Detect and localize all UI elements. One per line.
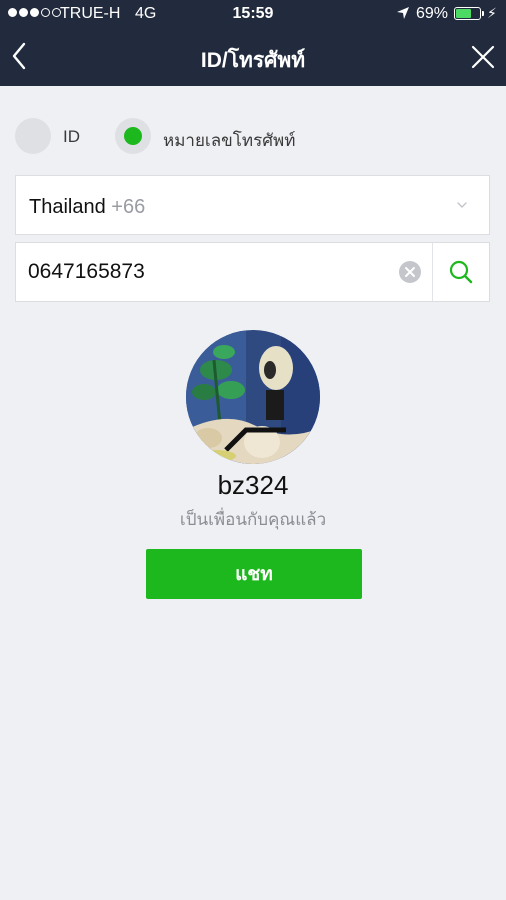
- chevron-down-icon: [457, 202, 467, 208]
- battery-icon: [454, 7, 484, 20]
- country-code: +66: [111, 196, 146, 218]
- avatar: [186, 330, 320, 464]
- country-selector[interactable]: Thailand +66: [15, 175, 490, 235]
- clear-input-icon[interactable]: [399, 261, 421, 283]
- contact-name: bz324: [217, 470, 289, 500]
- close-icon[interactable]: [468, 42, 498, 72]
- radio-phone-number[interactable]: [115, 118, 151, 154]
- chat-button[interactable]: แชท: [146, 549, 362, 599]
- search-type-selector: ID หมายเลขโทรศัพท์: [15, 118, 495, 156]
- radio-id-label[interactable]: ID: [63, 127, 80, 147]
- search-icon[interactable]: [436, 255, 486, 289]
- location-arrow-icon: [397, 7, 409, 19]
- phone-search-box: [15, 242, 490, 302]
- friend-status: เป็นเพื่อนกับคุณแล้ว: [179, 510, 327, 529]
- header-bar: TRUE-H 4G 15:59 69% ⚡ ID/โทรศัพท์: [0, 0, 506, 86]
- status-bar: TRUE-H 4G 15:59 69% ⚡: [0, 0, 506, 28]
- country-name: Thailand: [29, 196, 106, 218]
- radio-phone-number-label[interactable]: หมายเลขโทรศัพท์: [163, 127, 295, 154]
- radio-id[interactable]: [15, 118, 51, 154]
- divider: [432, 243, 433, 301]
- phone-number-input[interactable]: [28, 257, 388, 287]
- battery-percent: 69%: [416, 5, 449, 22]
- charging-bolt-icon: ⚡: [487, 5, 497, 21]
- page-title: ID/โทรศัพท์: [200, 49, 306, 72]
